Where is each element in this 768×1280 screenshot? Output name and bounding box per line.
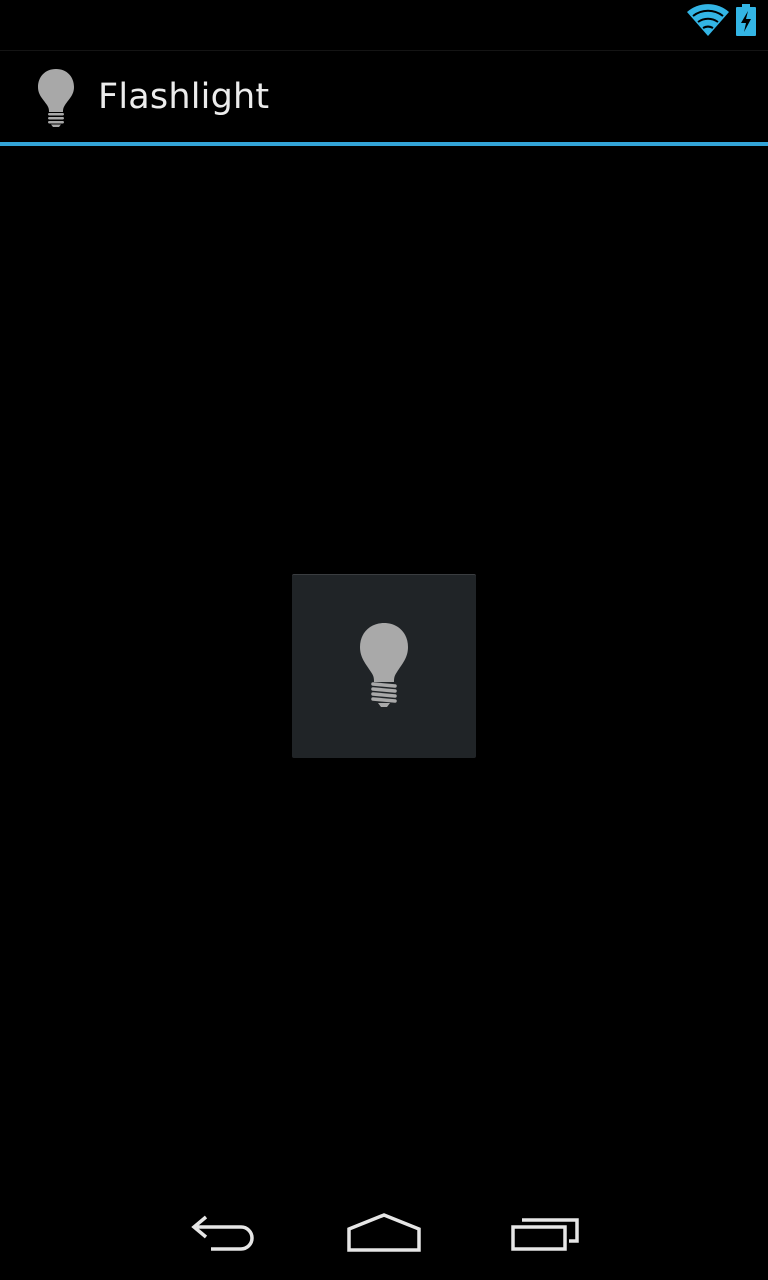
flashlight-toggle-button[interactable]: [292, 574, 476, 758]
status-bar: [0, 0, 768, 50]
wifi-icon: [687, 4, 729, 36]
back-button[interactable]: [169, 1186, 279, 1280]
home-icon: [347, 1213, 421, 1252]
battery-charging-icon: [736, 4, 756, 36]
app-title: Flashlight: [98, 77, 270, 117]
lightbulb-icon[interactable]: [34, 67, 78, 127]
home-button[interactable]: [329, 1186, 439, 1280]
recent-apps-button[interactable]: [491, 1186, 601, 1280]
recent-apps-icon: [511, 1218, 579, 1251]
lightbulb-icon: [360, 623, 408, 707]
main-content: [0, 146, 768, 1186]
back-icon: [191, 1215, 254, 1251]
navigation-bar: [0, 1186, 768, 1280]
action-bar: Flashlight: [0, 51, 768, 143]
